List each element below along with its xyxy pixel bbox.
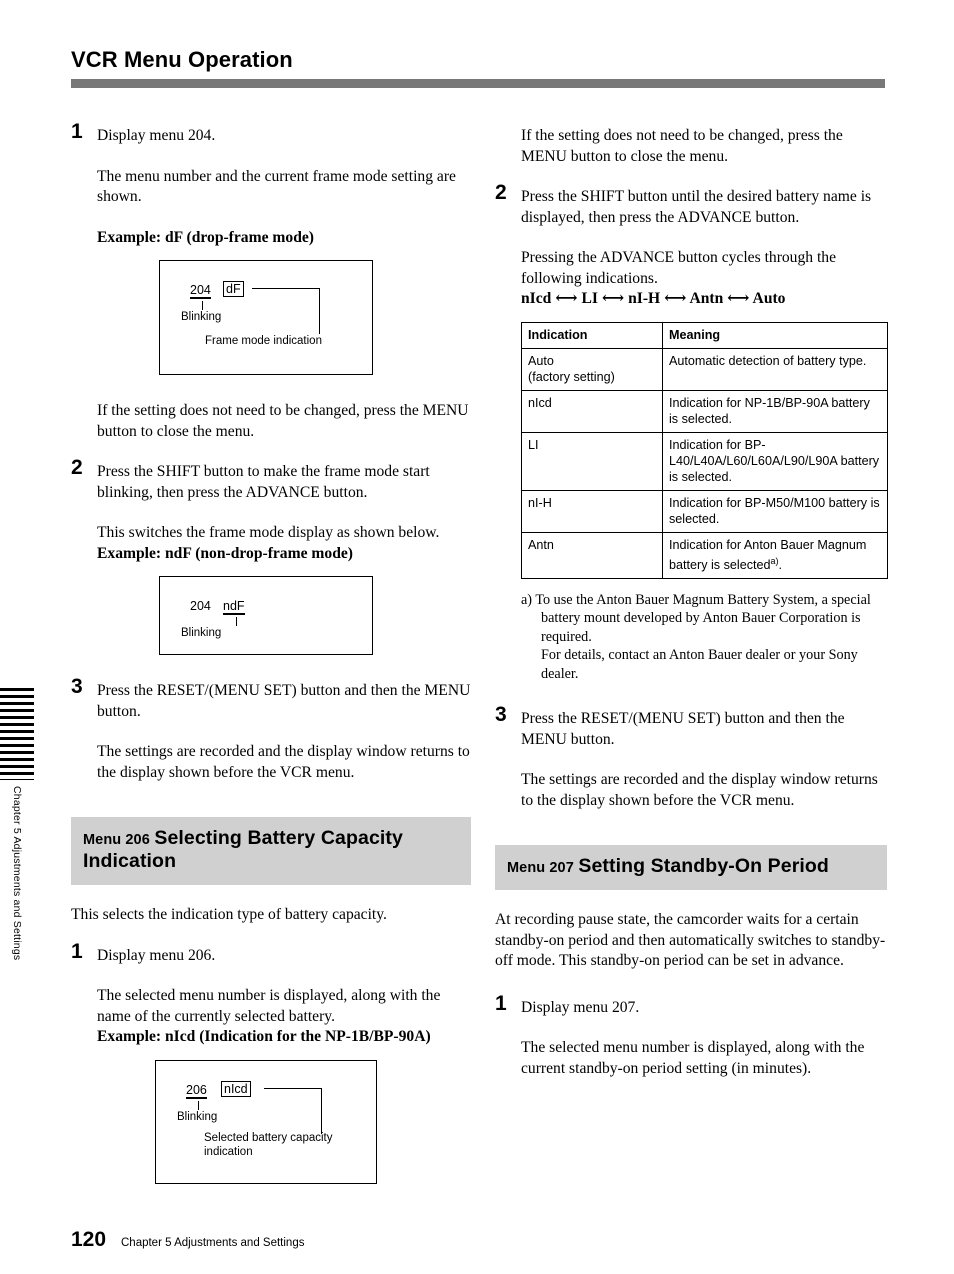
cell-indication: nI-H — [521, 489, 663, 533]
table-row: Auto (factory setting) Automatic detectio… — [521, 347, 888, 391]
table-row: LI Indication for BP-L40/L40A/L60/L60A/L… — [521, 431, 888, 491]
lcd-menu-number: 204 — [190, 599, 211, 613]
right-para-top: If the setting does not need to be chang… — [521, 127, 843, 165]
left-step-1: 1 Display menu 204. — [71, 121, 471, 147]
step-number: 2 — [71, 456, 83, 479]
cell-meaning: Indication for Anton Bauer Magnum batter… — [662, 531, 888, 579]
step-number: 1 — [71, 120, 83, 143]
lcd-diagram-204-ndf: 204 ndF Blinking — [159, 576, 373, 655]
lcd-diagram-206-nicd: 206 Blinking nIcd Selected battery capac… — [155, 1059, 377, 1184]
right-step2-cycle-line: nIcd ⟷ LI ⟷ nI-H ⟷ Antn ⟷ Auto — [521, 290, 786, 307]
indication-table: Indication Meaning Auto (factory setting)… — [521, 321, 888, 579]
footnote-marker-text: a) — [521, 591, 533, 608]
right-207-step-1: 1 Display menu 207. — [495, 993, 887, 1019]
lcd-blinking-label: Blinking — [181, 311, 222, 323]
footnote-line-1: To use the Anton Bauer Magnum Battery Sy… — [535, 591, 871, 645]
table-row: Antn Indication for Anton Bauer Magnum b… — [521, 531, 888, 579]
table-header-indication: Indication — [521, 321, 663, 349]
step-number: 1 — [71, 939, 83, 963]
title-rule — [71, 79, 885, 88]
section-title: Setting Standby-On Period — [578, 855, 829, 878]
callout-leader-horizontal — [264, 1087, 322, 1089]
lcd-callout-label: Selected battery capacity indication — [204, 1131, 333, 1158]
step-text: Press the RESET/(MENU SET) button and th… — [97, 682, 471, 720]
page-title: VCR Menu Operation — [71, 47, 293, 72]
side-tab-stripes — [0, 688, 34, 780]
lcd-menu-number: 206 — [186, 1082, 207, 1099]
left-step1-para1: The menu number and the current frame mo… — [97, 167, 456, 206]
cell-indication: Antn — [521, 531, 663, 579]
lcd-blinking-label: Blinking — [177, 1110, 218, 1123]
step-text: Press the SHIFT button until the desired… — [521, 188, 872, 226]
left-206-step1-example-label: Example: nIcd (Indication for the NP-1B/… — [97, 1028, 431, 1045]
section-banner-menu-206: Menu 206 Selecting Battery Capacity Indi… — [71, 817, 471, 885]
cell-meaning: Indication for NP-1B/BP-90A battery is s… — [662, 389, 888, 433]
page-number: 120 — [71, 1228, 107, 1251]
cell-meaning: Automatic detection of battery type. — [662, 347, 888, 391]
step-text: Display menu 204. — [97, 127, 216, 144]
right-step-3: 3 Press the RESET/(MENU SET) button and … — [495, 704, 887, 750]
left-column: 1 Display menu 204. The menu number and … — [71, 121, 471, 1184]
page-footer: 120 Chapter 5 Adjustments and Settings — [71, 1228, 671, 1256]
right-step3-para1: The settings are recorded and the displa… — [521, 771, 878, 809]
table-header-meaning: Meaning — [662, 321, 888, 349]
indication-line-2: (factory setting) — [528, 369, 615, 384]
lcd-value-underlined: ndF — [223, 599, 245, 615]
callout-leader-vertical — [321, 1087, 323, 1134]
step-number: 1 — [495, 991, 507, 1015]
right-column: If the setting does not need to be chang… — [495, 126, 888, 1079]
right-207-step1-para1: The selected menu number is displayed, a… — [521, 1039, 865, 1077]
section-banner-menu-207: Menu 207 Setting Standby-On Period — [495, 845, 887, 891]
step-text: Display menu 206. — [97, 946, 216, 964]
chapter-side-tab: Chapter 5 Adjustments and Settings — [0, 688, 34, 988]
left-206-step-1: 1 Display menu 206. — [71, 941, 471, 967]
step-number: 3 — [71, 675, 83, 698]
blinking-tick — [198, 1100, 200, 1110]
left-step2-para1: This switches the frame mode display as … — [97, 524, 440, 541]
cell-indication: LI — [521, 431, 663, 491]
lcd-callout-label: Frame mode indication — [205, 335, 322, 347]
callout-leader-vertical — [319, 288, 321, 334]
cell-indication: nIcd — [521, 389, 663, 433]
table-row: nI-H Indication for BP-M50/M100 battery … — [521, 489, 888, 533]
cell-indication: Auto (factory setting) — [521, 347, 663, 391]
left-step-3: 3 Press the RESET/(MENU SET) button and … — [71, 676, 471, 722]
right-step-2: 2 Press the SHIFT button until the desir… — [495, 182, 887, 228]
footer-chapter-text: Chapter 5 Adjustments and Settings — [121, 1237, 305, 1249]
cell-meaning-text: Indication for Anton Bauer Magnum batter… — [669, 537, 867, 572]
indication-line-1: Auto — [528, 353, 554, 368]
left-step1-example-label: Example: dF (drop-frame mode) — [97, 228, 314, 246]
step-text: Press the SHIFT button to make the frame… — [97, 463, 430, 501]
lcd-value-boxed: nIcd — [221, 1080, 251, 1097]
left-step-2: 2 Press the SHIFT button to make the fra… — [71, 457, 471, 503]
lcd-value-boxed: dF — [223, 281, 244, 297]
step-number: 2 — [495, 181, 507, 204]
cell-meaning: Indication for BP-L40/L40A/L60/L60A/L90/… — [662, 431, 888, 491]
section-menu-label: Menu 206 — [83, 832, 150, 848]
lcd-diagram-204-df: 204 Blinking dF Frame mode indication — [159, 260, 373, 375]
footnote-line-2: For details, contact an Anton Bauer deal… — [541, 647, 858, 682]
blinking-tick — [236, 617, 238, 626]
table-row: nIcd Indication for NP-1B/BP-90A battery… — [521, 389, 888, 433]
left-section-intro: This selects the indication type of batt… — [71, 906, 387, 923]
left-step2-example-label: Example: ndF (non-drop-frame mode) — [97, 544, 353, 562]
left-step3-para1: The settings are recorded and the displa… — [97, 743, 470, 781]
footnote-marker: a) — [770, 555, 779, 566]
step-text: Display menu 207. — [521, 998, 640, 1016]
side-tab-label: Chapter 5 Adjustments and Settings — [11, 786, 23, 961]
table-header-row: Indication Meaning — [521, 321, 888, 349]
right-section-intro: At recording pause state, the camcorder … — [495, 911, 886, 970]
left-step1-para2: If the setting does not need to be chang… — [97, 402, 469, 440]
left-206-step1-para1: The selected menu number is displayed, a… — [97, 987, 441, 1025]
lcd-blinking-label: Blinking — [181, 627, 222, 639]
step-text: Press the RESET/(MENU SET) button and th… — [521, 710, 845, 748]
footnote-a: a) To use the Anton Bauer Magnum Battery… — [521, 591, 887, 684]
blinking-tick — [202, 301, 204, 310]
right-step2-para1: Pressing the ADVANCE button cycles throu… — [521, 249, 837, 287]
step-number: 3 — [495, 703, 507, 727]
lcd-menu-number: 204 — [190, 283, 211, 299]
callout-leader-horizontal — [252, 288, 320, 290]
cell-meaning: Indication for BP-M50/M100 battery is se… — [662, 489, 888, 533]
section-menu-label: Menu 207 — [507, 860, 574, 877]
